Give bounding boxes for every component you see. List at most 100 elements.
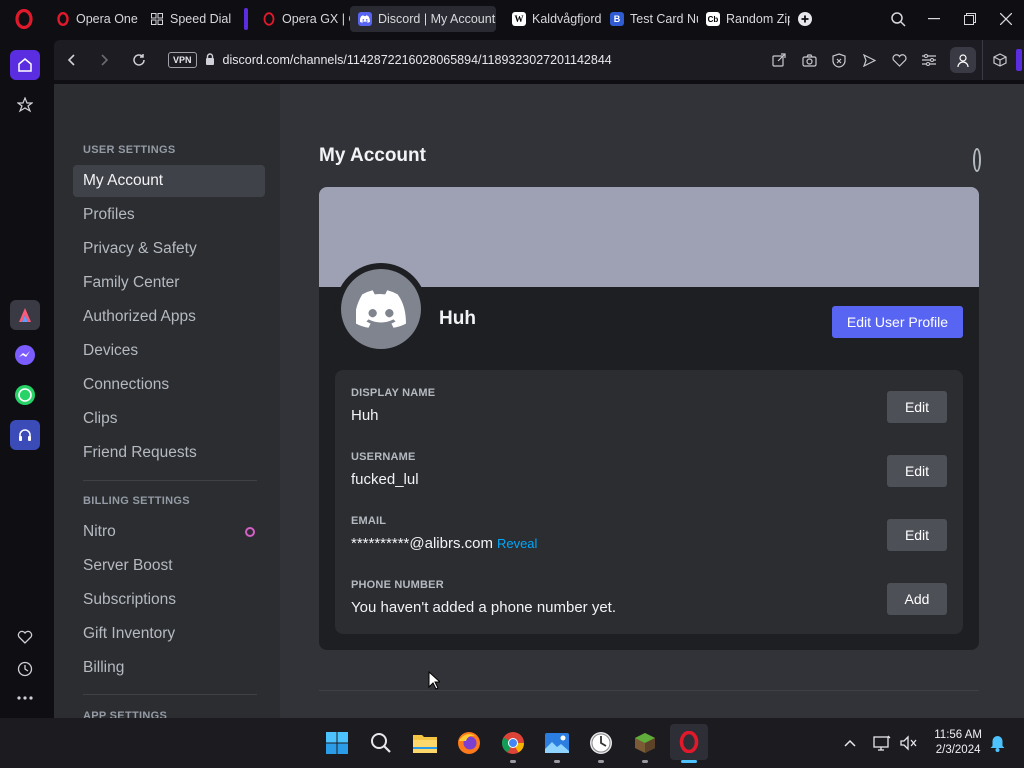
minecraft-icon[interactable] (630, 728, 660, 758)
nav-item-gift-inventory[interactable]: Gift Inventory (73, 618, 265, 650)
heart-icon[interactable] (10, 622, 40, 652)
tab-label: Speed Dial (170, 12, 232, 26)
nav-item-subscriptions[interactable]: Subscriptions (73, 584, 265, 616)
volume-muted-icon[interactable] (896, 718, 920, 768)
lock-icon[interactable] (205, 52, 215, 68)
easy-setup-icon[interactable] (914, 40, 944, 80)
tab-discord-my-account[interactable]: Discord | My Account (350, 6, 496, 32)
grid-icon (150, 12, 164, 26)
nav-item-family-center[interactable]: Family Center (73, 267, 265, 299)
cb-icon: Cb (706, 12, 720, 26)
tab-test-card[interactable]: B Test Card Nu (602, 6, 698, 32)
avatar[interactable] (341, 269, 421, 349)
bookmark-heart-icon[interactable] (884, 40, 914, 80)
nav-item-server-boost[interactable]: Server Boost (73, 550, 265, 582)
page-title: My Account (319, 145, 426, 166)
edit-display-name-button[interactable]: Edit (887, 391, 947, 423)
address-bar: VPN discord.com/channels/114287221602806… (54, 40, 1024, 80)
display-name-field: DISPLAY NAME Huh Edit (351, 387, 947, 439)
chrome-icon[interactable] (498, 728, 528, 758)
music-player-icon[interactable] (10, 420, 40, 450)
restore-button[interactable] (952, 0, 988, 38)
nav-item-clips[interactable]: Clips (73, 403, 265, 435)
reload-button[interactable] (122, 40, 156, 80)
edit-email-button[interactable]: Edit (887, 519, 947, 551)
tab-island-marker (244, 8, 248, 30)
email-field: EMAIL **********@alibrs.com Reveal Edit (351, 515, 947, 567)
home-icon[interactable] (10, 50, 40, 80)
field-value: Huh (351, 407, 379, 424)
running-indicator (510, 760, 516, 763)
field-label: DISPLAY NAME (351, 387, 436, 399)
search-icon[interactable] (366, 728, 396, 758)
opera-gx-icon (262, 12, 276, 26)
windows-start-icon[interactable] (322, 728, 352, 758)
firefox-icon[interactable] (454, 728, 484, 758)
system-clock[interactable]: 11:56 AM 2/3/2024 (934, 728, 982, 758)
nav-item-nitro[interactable]: Nitro (73, 516, 265, 548)
send-icon[interactable] (854, 40, 884, 80)
profile-banner (319, 187, 979, 287)
nav-item-connections[interactable]: Connections (73, 369, 265, 401)
nav-item-devices[interactable]: Devices (73, 335, 265, 367)
star-icon[interactable] (10, 90, 40, 120)
minimize-button[interactable] (916, 0, 952, 38)
file-explorer-icon[interactable] (410, 728, 440, 758)
discord-logo-icon (356, 290, 406, 328)
tab-opera-gx[interactable]: Opera GX | G (254, 6, 350, 32)
screen: Opera One Speed Dial Opera GX | G Discor… (0, 0, 1024, 768)
address-bar-actions (764, 40, 1024, 80)
opera-menu-icon[interactable] (0, 0, 48, 38)
nav-item-my-account[interactable]: My Account (73, 165, 265, 197)
messenger-icon[interactable] (10, 340, 40, 370)
running-indicator (554, 760, 560, 763)
new-tab-button[interactable] (790, 0, 820, 38)
more-options-icon[interactable] (10, 683, 40, 713)
username-field: USERNAME fucked_lul Edit (351, 451, 947, 503)
back-button[interactable] (54, 40, 88, 80)
nav-item-profiles[interactable]: Profiles (73, 199, 265, 231)
notification-bell-icon[interactable] (986, 718, 1008, 768)
camera-icon[interactable] (794, 40, 824, 80)
url-field[interactable]: discord.com/channels/1142872216028065894… (223, 53, 612, 67)
history-icon[interactable] (10, 654, 40, 684)
opera-taskbar-icon[interactable] (670, 724, 708, 760)
edit-user-profile-button[interactable]: Edit User Profile (832, 306, 963, 338)
photos-icon[interactable] (542, 728, 572, 758)
scrollbar-indicator[interactable] (973, 148, 981, 172)
app-settings-header: APP SETTINGS (83, 710, 168, 718)
phone-number-field: PHONE NUMBER You haven't added a phone n… (351, 579, 947, 631)
tab-label: Test Card Nu (630, 12, 698, 26)
tab-speed-dial[interactable]: Speed Dial (142, 6, 238, 32)
search-tabs-icon[interactable] (880, 0, 916, 38)
network-icon[interactable] (870, 718, 894, 768)
running-indicator (598, 760, 604, 763)
close-window-button[interactable] (988, 0, 1024, 38)
my-account-content: My Account Huh Edit User Profile DISPLAY… (319, 84, 981, 718)
mouse-cursor-icon (428, 671, 440, 690)
clock-app-icon[interactable] (586, 728, 616, 758)
aria-icon[interactable] (10, 300, 40, 330)
billing-settings-header: BILLING SETTINGS (83, 495, 190, 507)
tab-random-zip[interactable]: Cb Random Zip (698, 6, 790, 32)
share-icon[interactable] (764, 40, 794, 80)
wikipedia-icon: W (512, 12, 526, 26)
vpn-badge[interactable]: VPN (168, 52, 197, 68)
whatsapp-icon[interactable] (10, 380, 40, 410)
edit-username-button[interactable]: Edit (887, 455, 947, 487)
adblock-shield-icon[interactable] (824, 40, 854, 80)
extensions-icon[interactable] (982, 40, 1016, 80)
nav-item-friend-requests[interactable]: Friend Requests (73, 437, 265, 469)
profile-icon[interactable] (950, 47, 976, 73)
show-hidden-icons-icon[interactable] (838, 718, 862, 768)
nav-item-authorized-apps[interactable]: Authorized Apps (73, 301, 265, 333)
tab-kaldvagfjord[interactable]: W Kaldvågfjord (504, 6, 602, 32)
forward-button[interactable] (88, 40, 122, 80)
nav-item-privacy-safety[interactable]: Privacy & Safety (73, 233, 265, 265)
nav-item-label: Nitro (83, 523, 116, 540)
add-phone-button[interactable]: Add (887, 583, 947, 615)
tab-opera-one[interactable]: Opera One (48, 6, 142, 32)
field-value: You haven't added a phone number yet. (351, 599, 617, 616)
nav-item-billing[interactable]: Billing (73, 652, 265, 684)
reveal-email-link[interactable]: Reveal (497, 536, 537, 551)
